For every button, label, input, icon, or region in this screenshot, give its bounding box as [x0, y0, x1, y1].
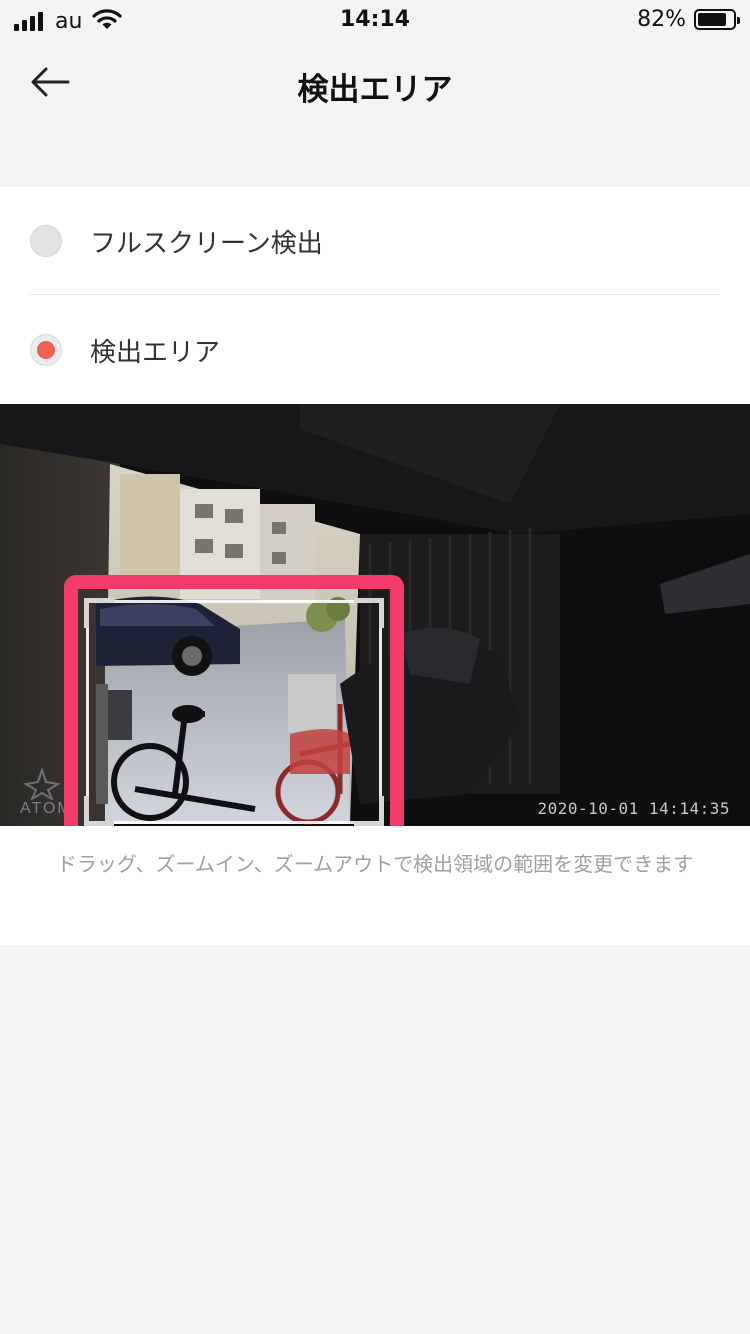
instruction-text: ドラッグ、ズームイン、ズームアウトで検出領域の範囲を変更できます — [56, 852, 694, 876]
detection-options: フルスクリーン検出 検出エリア — [0, 187, 750, 404]
nav-bar: 検出エリア — [0, 40, 750, 126]
status-bar: au 14:14 82% — [0, 0, 750, 40]
option-fullscreen-detection[interactable]: フルスクリーン検出 — [0, 187, 750, 295]
option-detection-area[interactable]: 検出エリア — [0, 296, 750, 404]
battery-percent: 82% — [637, 7, 686, 32]
radio-unselected-icon[interactable] — [30, 225, 62, 257]
radio-selected-icon[interactable] — [30, 334, 62, 366]
instruction-card: ドラッグ、ズームイン、ズームアウトで検出領域の範囲を変更できます — [0, 826, 750, 945]
option-label: フルスクリーン検出 — [90, 228, 323, 259]
atom-logo-icon — [22, 768, 62, 800]
divider — [30, 294, 720, 295]
camera-timestamp: 2020-10-01 14:14:35 — [537, 799, 730, 818]
battery-icon — [694, 9, 740, 30]
page-title: 検出エリア — [297, 72, 453, 108]
detection-zone-highlight[interactable] — [64, 575, 404, 843]
option-label: 検出エリア — [90, 337, 221, 368]
